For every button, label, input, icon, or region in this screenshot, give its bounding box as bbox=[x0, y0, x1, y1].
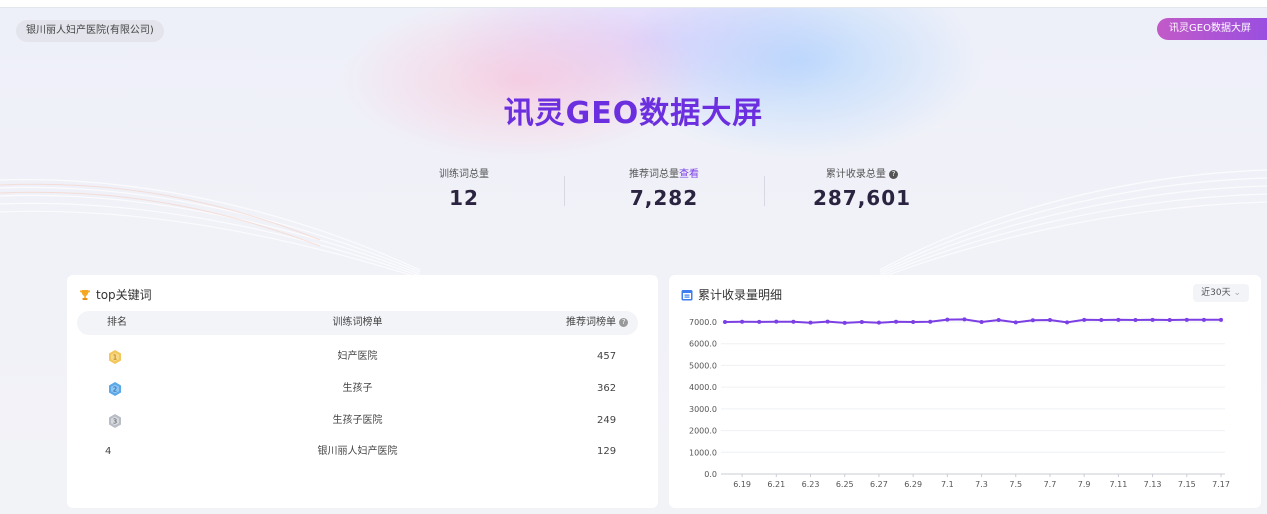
data-point bbox=[1133, 318, 1138, 323]
data-point bbox=[928, 319, 933, 324]
trophy-icon bbox=[79, 289, 91, 304]
data-point bbox=[1167, 318, 1172, 323]
data-point bbox=[723, 320, 727, 324]
y-tick-label: 0.0 bbox=[704, 470, 717, 479]
x-tick-label: 7.3 bbox=[975, 480, 988, 489]
data-point bbox=[1065, 320, 1070, 325]
y-tick-label: 1000.0 bbox=[689, 448, 717, 457]
data-point bbox=[859, 320, 864, 324]
line-chart: 0.0 1000.0 2000.0 3000.0 4000.0 5000.0 6000.0 7… bbox=[689, 317, 1230, 489]
data-point bbox=[774, 319, 779, 324]
stat-value: 287,601 bbox=[812, 186, 912, 210]
data-point bbox=[1219, 317, 1223, 322]
y-tick-label: 5000.0 bbox=[689, 361, 717, 370]
keyword: 生孩子 bbox=[342, 383, 373, 394]
data-point bbox=[996, 318, 1001, 323]
keyword: 妇产医院 bbox=[337, 351, 378, 362]
data-point bbox=[842, 320, 847, 325]
col-recommended-text: 推荐词榜单 bbox=[566, 317, 616, 328]
cumulative-indexed-card: 累计收录量明细 近30天 ⌄ 0.0 1000.0 2000.0 3000.0 4000… bbox=[669, 275, 1261, 508]
data-point bbox=[911, 320, 916, 324]
x-tick-label: 6.23 bbox=[802, 480, 820, 489]
stat-value: 7,282 bbox=[629, 186, 699, 210]
x-tick-label: 7.7 bbox=[1044, 480, 1057, 489]
data-point bbox=[1184, 317, 1189, 322]
view-link[interactable]: 查看 bbox=[679, 169, 699, 180]
stat-label-text: 推荐词总量 bbox=[629, 169, 679, 180]
card-title-text: top关键词 bbox=[96, 288, 152, 302]
x-tick-label: 7.5 bbox=[1009, 480, 1022, 489]
keyword-count: 249 bbox=[597, 415, 617, 426]
top-bar bbox=[0, 0, 1267, 8]
x-tick-label: 7.17 bbox=[1212, 480, 1230, 489]
data-point bbox=[1082, 317, 1087, 322]
stat-training-words: 训练词总量 12 bbox=[364, 165, 564, 210]
stat-label: 推荐词总量查看 bbox=[564, 165, 764, 180]
col-recommended: 推荐词榜单 ? bbox=[566, 311, 629, 335]
x-tick-label: 7.15 bbox=[1178, 480, 1196, 489]
x-tick-label: 6.19 bbox=[733, 480, 751, 489]
data-point bbox=[962, 317, 967, 322]
y-tick-label: 4000.0 bbox=[689, 383, 717, 392]
x-tick-label: 6.25 bbox=[836, 480, 854, 489]
stat-label: 训练词总量 bbox=[439, 169, 489, 180]
stat-label-text: 累计收录总量 bbox=[825, 169, 886, 180]
stat-label: 累计收录总量 ? bbox=[762, 165, 962, 180]
y-tick-label: 7000.0 bbox=[689, 318, 717, 327]
data-point bbox=[876, 320, 881, 325]
data-point bbox=[1116, 317, 1121, 322]
keyword: 生孩子医院 bbox=[332, 415, 383, 426]
x-tick-label: 7.11 bbox=[1109, 480, 1127, 489]
data-point bbox=[825, 319, 830, 324]
table-row[interactable]: 3 生孩子医院 249 bbox=[77, 411, 638, 431]
x-tick-label: 6.21 bbox=[767, 480, 785, 489]
col-training-words: 训练词榜单 bbox=[332, 317, 383, 328]
data-point bbox=[1030, 318, 1035, 323]
hospital-name-pill[interactable]: 银川丽人妇产医院(有限公司) bbox=[16, 20, 164, 42]
table-row[interactable]: 2 生孩子 362 bbox=[77, 379, 638, 399]
help-icon[interactable]: ? bbox=[889, 170, 899, 179]
table-header: 排名 训练词榜单 推荐词榜单 ? bbox=[77, 311, 638, 335]
x-tick-label: 6.27 bbox=[870, 480, 888, 489]
card-title: top关键词 bbox=[79, 286, 152, 304]
stat-recommended-words: 推荐词总量查看 7,282 bbox=[564, 165, 764, 210]
y-tick-label: 3000.0 bbox=[689, 405, 717, 414]
table-row[interactable]: 4 银川丽人妇产医院 129 bbox=[77, 442, 638, 462]
keyword-count: 362 bbox=[597, 383, 617, 394]
data-point bbox=[1150, 317, 1155, 322]
data-point bbox=[945, 317, 950, 322]
keyword: 银川丽人妇产医院 bbox=[317, 446, 398, 457]
data-point bbox=[757, 319, 762, 324]
page-title: 讯灵GEO数据大屏 bbox=[503, 96, 764, 131]
keyword-count: 457 bbox=[597, 351, 617, 362]
data-point bbox=[1047, 318, 1052, 323]
data-point bbox=[1201, 317, 1206, 322]
y-tick-label: 2000.0 bbox=[689, 427, 717, 436]
stat-cumulative-indexed: 累计收录总量 ? 287,601 bbox=[762, 165, 962, 210]
help-icon[interactable]: ? bbox=[619, 318, 629, 327]
x-tick-label: 7.1 bbox=[941, 480, 954, 489]
data-point bbox=[1099, 318, 1104, 323]
x-tick-label: 7.9 bbox=[1078, 480, 1091, 489]
x-tick-label: 6.29 bbox=[904, 480, 922, 489]
data-screen-button[interactable]: 讯灵GEO数据大屏 bbox=[1157, 18, 1267, 40]
top-keywords-card: top关键词 排名 训练词榜单 推荐词榜单 ? 1 妇产医院 457 2 生孩子… bbox=[67, 275, 658, 508]
data-point bbox=[740, 319, 745, 324]
data-point bbox=[1013, 320, 1018, 325]
data-point bbox=[791, 319, 796, 324]
data-point bbox=[808, 320, 813, 325]
y-tick-label: 6000.0 bbox=[689, 340, 717, 349]
stat-value: 12 bbox=[449, 186, 479, 210]
table-row[interactable]: 1 妇产医院 457 bbox=[77, 347, 638, 367]
x-tick-label: 7.13 bbox=[1144, 480, 1162, 489]
data-point bbox=[894, 319, 899, 324]
keyword-count: 129 bbox=[597, 446, 617, 457]
data-point bbox=[979, 320, 984, 324]
